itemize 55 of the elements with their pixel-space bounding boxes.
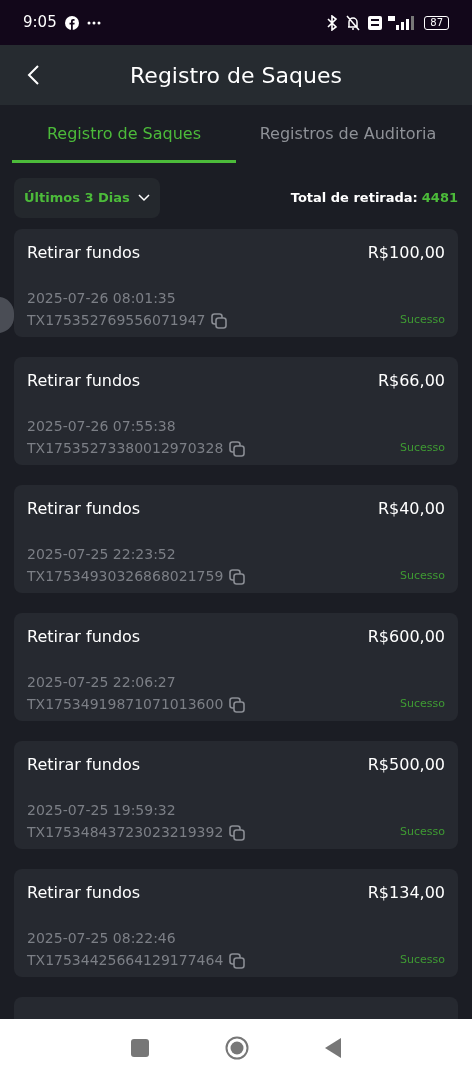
volte-icon <box>368 15 383 30</box>
transaction-datetime: 2025-07-25 19:59:32 <box>27 801 176 820</box>
transaction-datetime: 2025-07-25 08:22:46 <box>27 929 176 948</box>
status-label: Sucesso <box>400 824 445 841</box>
transaction-datetime: 2025-07-26 08:01:35 <box>27 289 176 308</box>
status-label: Sucesso <box>400 568 445 585</box>
facebook-icon <box>64 15 79 30</box>
transaction-id: TX17534425664129177464 <box>27 951 224 970</box>
transaction-type: Retirar fundos <box>27 242 141 264</box>
copy-icon[interactable] <box>228 567 247 586</box>
total-label: Total de retirada: <box>290 189 418 208</box>
copy-icon[interactable] <box>210 311 229 330</box>
status-label: Sucesso <box>400 440 445 457</box>
status-time: 9:05 <box>23 12 57 34</box>
transaction-type: Retirar fundos <box>27 370 141 392</box>
copy-icon[interactable] <box>228 695 247 714</box>
back-icon[interactable] <box>26 64 40 86</box>
transaction-type: Retirar fundos <box>27 882 141 904</box>
amount: R$600,00 <box>367 626 445 648</box>
status-label: Sucesso <box>400 312 445 329</box>
chevron-down-icon <box>137 194 150 202</box>
page-title: Registro de Saques <box>130 61 342 90</box>
status-label: Sucesso <box>400 696 445 713</box>
transaction-datetime: 2025-07-26 07:55:38 <box>27 417 176 436</box>
amount: R$500,00 <box>367 754 445 776</box>
copy-icon[interactable] <box>228 823 247 842</box>
copy-icon[interactable] <box>228 439 247 458</box>
bluetooth-icon <box>326 14 339 31</box>
tab[interactable]: Registros de Auditoria <box>236 105 460 163</box>
more-icon <box>86 20 101 25</box>
recents-icon[interactable] <box>131 1038 149 1057</box>
muted-bell-icon <box>344 14 363 31</box>
transaction-id: TX175352769556071947 <box>27 311 206 330</box>
transaction-datetime: 2025-07-25 22:06:27 <box>27 673 176 692</box>
amount: R$100,00 <box>367 242 445 264</box>
home-icon[interactable] <box>225 1035 249 1060</box>
transaction-id: TX17534930326868021759 <box>27 567 224 586</box>
total-value: 4481 <box>421 189 458 208</box>
transaction-id: TX17535273380012970328 <box>27 439 224 458</box>
transaction-datetime: 2025-07-25 22:23:52 <box>27 545 176 564</box>
transaction-type: Retirar fundos <box>27 498 141 520</box>
amount: R$40,00 <box>377 498 445 520</box>
tab[interactable]: Registro de Saques <box>12 105 236 163</box>
back-nav-icon[interactable] <box>325 1037 341 1058</box>
date-filter-dropdown[interactable]: Últimos 3 Dias <box>14 178 160 218</box>
transaction-type: Retirar fundos <box>27 626 141 648</box>
copy-icon[interactable] <box>228 951 247 970</box>
signal-icon <box>388 15 415 30</box>
transaction-id: TX17534843723023219392 <box>27 823 224 842</box>
battery-icon: 87 <box>424 15 449 30</box>
transaction-type: Retirar fundos <box>27 754 141 776</box>
amount: R$66,00 <box>377 370 445 392</box>
status-label: Sucesso <box>400 952 445 969</box>
transaction-id: TX17534919871071013600 <box>27 695 224 714</box>
amount: R$134,00 <box>367 882 445 904</box>
